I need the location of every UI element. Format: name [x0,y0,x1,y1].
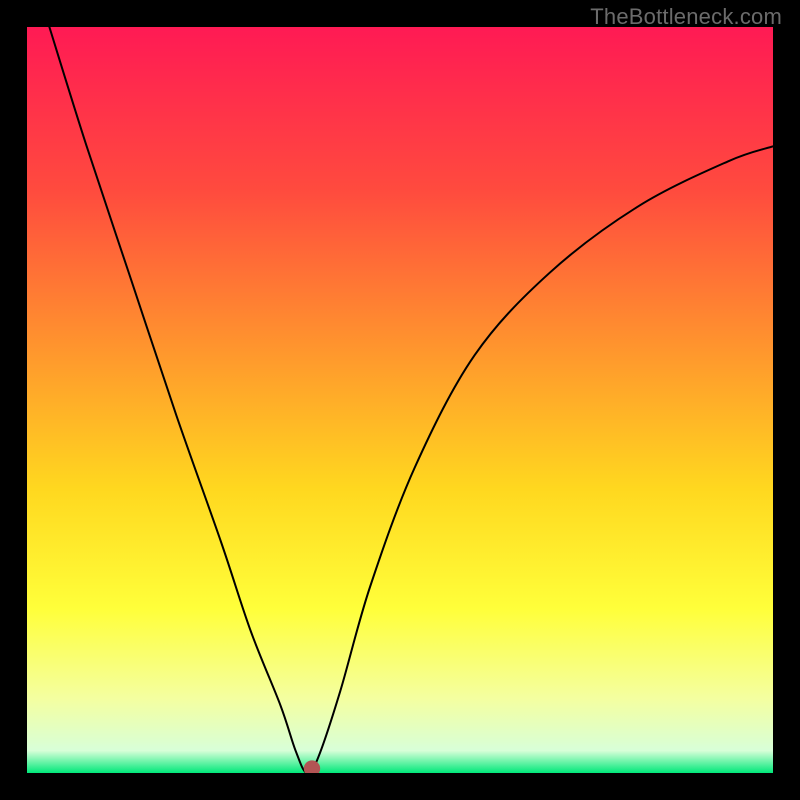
chart-svg [27,27,773,773]
plot-area [27,27,773,773]
chart-background [27,27,773,773]
chart-frame: TheBottleneck.com [0,0,800,800]
